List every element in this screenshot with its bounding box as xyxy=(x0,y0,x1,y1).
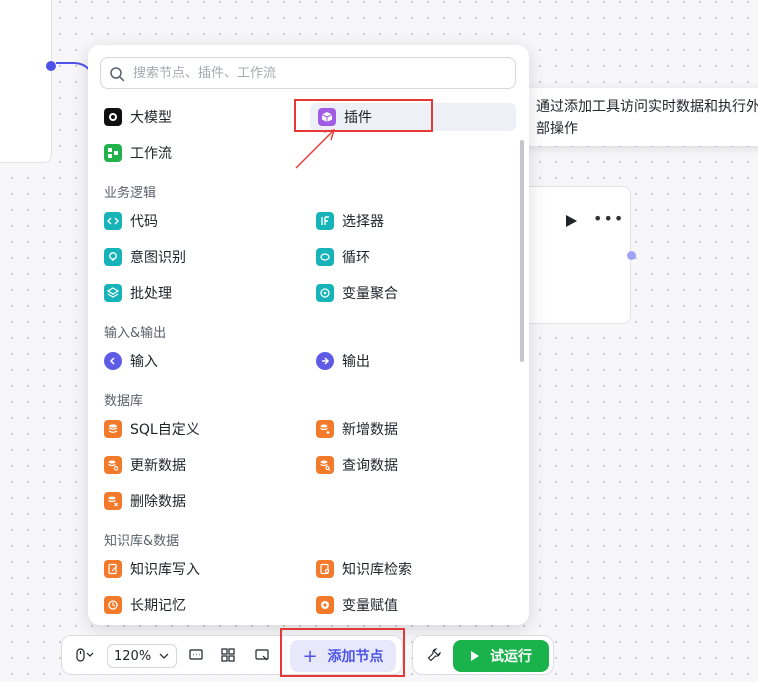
input-icon xyxy=(104,352,122,370)
node-item-label: 循环 xyxy=(342,250,370,266)
node-output-port[interactable] xyxy=(627,251,636,260)
node-item-label: 更新数据 xyxy=(130,458,186,474)
canvas-node-left[interactable] xyxy=(0,0,52,163)
search-input[interactable] xyxy=(133,62,503,84)
node-item-label: 工作流 xyxy=(130,146,172,162)
pointer-mode-button[interactable] xyxy=(68,636,102,674)
run-toolbar: 试运行 xyxy=(412,635,554,675)
section-title-database: 数据库 xyxy=(104,394,144,409)
database-query-icon xyxy=(316,456,334,474)
node-item-loop[interactable]: 循环 xyxy=(316,243,370,271)
more-icon[interactable]: ••• xyxy=(593,209,624,228)
database-delete-icon xyxy=(104,492,122,510)
database-add-icon xyxy=(316,420,334,438)
layout-grid-icon xyxy=(221,648,235,662)
layout-button[interactable] xyxy=(216,636,240,674)
node-item-input[interactable]: 输入 xyxy=(104,347,158,375)
zoom-select[interactable]: 120% xyxy=(107,644,177,668)
node-item-label: 查询数据 xyxy=(342,458,398,474)
database-update-icon xyxy=(104,456,122,474)
code-icon xyxy=(104,212,122,230)
section-title-logic: 业务逻辑 xyxy=(104,186,157,201)
knowledge-search-icon xyxy=(316,560,334,578)
play-icon[interactable] xyxy=(564,214,578,228)
test-run-label: 试运行 xyxy=(490,649,532,665)
node-item-delete-data[interactable]: 删除数据 xyxy=(104,487,186,515)
node-item-label: 输入 xyxy=(130,354,158,370)
node-item-label: 长期记忆 xyxy=(130,598,186,614)
node-item-selector[interactable]: 选择器 xyxy=(316,207,384,235)
node-item-label: SQL自定义 xyxy=(130,422,200,438)
loop-icon xyxy=(316,248,334,266)
node-item-update-data[interactable]: 更新数据 xyxy=(104,451,186,479)
section-title-knowledge: 知识库&数据 xyxy=(104,534,180,549)
node-item-label: 新增数据 xyxy=(342,422,398,438)
panel-scrollbar[interactable] xyxy=(520,140,524,362)
canvas-toolbar: 120% + 添加节点 xyxy=(61,635,403,675)
minimap-button[interactable] xyxy=(250,636,274,674)
node-item-sql[interactable]: SQL自定义 xyxy=(104,415,200,443)
node-item-add-data[interactable]: 新增数据 xyxy=(316,415,398,443)
node-item-plugin[interactable]: 插件 xyxy=(310,103,516,131)
node-item-label: 变量聚合 xyxy=(342,286,398,302)
minimap-icon xyxy=(255,649,269,661)
node-item-label: 意图识别 xyxy=(130,250,186,266)
intent-icon xyxy=(104,248,122,266)
add-node-label: 添加节点 xyxy=(327,649,384,665)
if-selector-icon xyxy=(316,212,334,230)
node-item-long-memory[interactable]: 长期记忆 xyxy=(104,591,186,619)
node-item-code[interactable]: 代码 xyxy=(104,207,158,235)
node-item-label: 批处理 xyxy=(130,286,172,302)
add-node-button[interactable]: + 添加节点 xyxy=(290,640,396,672)
wrench-icon xyxy=(427,648,441,662)
llm-icon xyxy=(104,108,122,126)
mouse-icon xyxy=(76,648,94,662)
section-title-io: 输入&输出 xyxy=(104,326,167,341)
node-item-label: 输出 xyxy=(342,354,370,370)
node-item-batch[interactable]: 批处理 xyxy=(104,279,172,307)
plugin-cube-icon xyxy=(318,108,336,126)
node-item-knowledge-search[interactable]: 知识库检索 xyxy=(316,555,412,583)
node-item-variable-merge[interactable]: 变量聚合 xyxy=(316,279,398,307)
node-item-variable-assign[interactable]: 变量赋值 xyxy=(316,591,398,619)
knowledge-write-icon xyxy=(104,560,122,578)
node-item-label: 大模型 xyxy=(130,110,172,126)
test-run-button[interactable]: 试运行 xyxy=(453,640,549,672)
plugin-tooltip: 通过添加工具访问实时数据和执行外部操作 xyxy=(524,88,758,146)
chevron-down-icon xyxy=(159,653,169,659)
memory-icon xyxy=(104,596,122,614)
plus-icon: + xyxy=(302,645,318,667)
tooltip-text: 通过添加工具访问实时数据和执行外部操作 xyxy=(536,99,758,137)
add-node-panel: 大模型 插件 工作流 业务逻辑 代码 选择器 意图识别 循环 批处理 变量聚合 … xyxy=(88,45,529,625)
node-item-output[interactable]: 输出 xyxy=(316,347,370,375)
zoom-value: 120% xyxy=(114,648,152,664)
node-item-label: 变量赋值 xyxy=(342,598,398,614)
search-box[interactable] xyxy=(100,57,516,89)
database-sql-icon xyxy=(104,420,122,438)
node-item-label: 代码 xyxy=(130,214,158,230)
node-item-label: 选择器 xyxy=(342,214,384,230)
node-item-query-data[interactable]: 查询数据 xyxy=(316,451,398,479)
node-item-label: 删除数据 xyxy=(130,494,186,510)
node-port[interactable] xyxy=(46,61,56,71)
node-item-label: 知识库检索 xyxy=(342,562,412,578)
workflow-icon xyxy=(104,144,122,162)
node-item-workflow[interactable]: 工作流 xyxy=(104,139,172,167)
node-item-llm[interactable]: 大模型 xyxy=(104,103,172,131)
node-item-knowledge-write[interactable]: 知识库写入 xyxy=(104,555,200,583)
node-item-intent[interactable]: 意图识别 xyxy=(104,243,186,271)
play-icon xyxy=(471,651,479,661)
variable-assign-icon xyxy=(316,596,334,614)
node-item-label: 插件 xyxy=(344,110,372,126)
comment-icon xyxy=(189,649,203,660)
output-icon xyxy=(316,352,334,370)
search-icon xyxy=(110,67,125,82)
batch-icon xyxy=(104,284,122,302)
variable-merge-icon xyxy=(316,284,334,302)
settings-button[interactable] xyxy=(419,636,449,674)
comment-button[interactable] xyxy=(184,636,208,674)
node-item-label: 知识库写入 xyxy=(130,562,200,578)
